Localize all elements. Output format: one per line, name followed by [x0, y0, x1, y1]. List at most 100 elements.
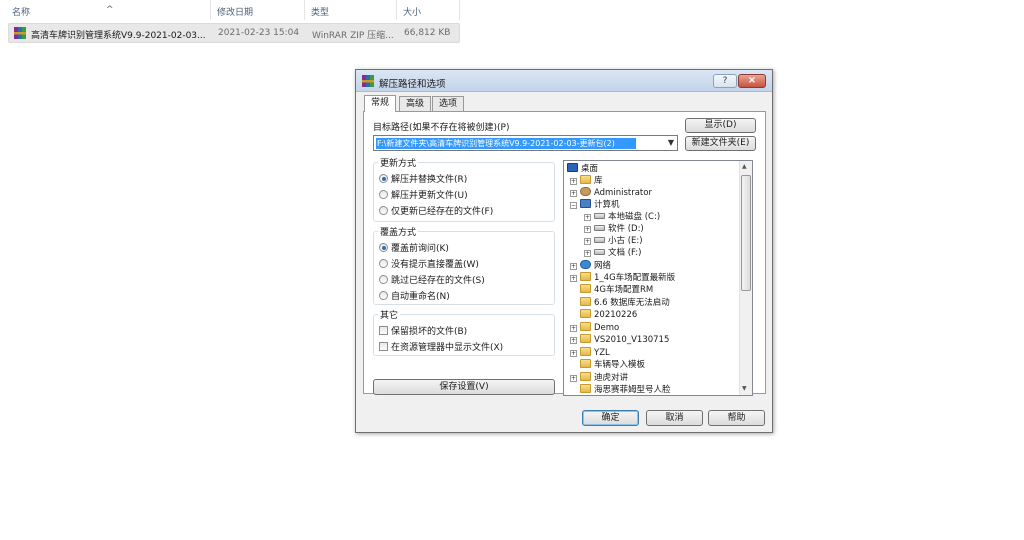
tree-item-folder[interactable]: 4G车场配置RM	[580, 284, 653, 296]
tree-item-folder[interactable]: 车辆导入模板	[580, 359, 645, 371]
tree-item-drive-e[interactable]: + 小古 (E:)	[584, 235, 643, 247]
expand-icon[interactable]: +	[570, 375, 577, 382]
tree-item-folder[interactable]: + 迪虎对讲	[570, 372, 628, 384]
expand-icon[interactable]: +	[570, 190, 577, 197]
expand-icon[interactable]: +	[570, 178, 577, 185]
column-divider[interactable]	[396, 0, 397, 20]
expand-icon[interactable]: +	[584, 250, 591, 257]
show-button[interactable]: 显示(D)	[685, 118, 756, 133]
dialog-titlebar[interactable]: 解压路径和选项 ? ×	[356, 70, 772, 92]
tree-label: 软件 (D:)	[608, 224, 644, 234]
expand-icon[interactable]: +	[584, 214, 591, 221]
tree-item-folder[interactable]: +1_4G车场配置最新版	[570, 272, 675, 284]
tree-item-library[interactable]: + 库	[570, 175, 603, 187]
tree-label: YZL	[594, 348, 610, 358]
tree-label: 20210226	[594, 310, 638, 320]
overwrite-option-silent[interactable]: 没有提示直接覆盖(W)	[379, 257, 479, 270]
expand-icon[interactable]: +	[584, 238, 591, 245]
checkbox-icon[interactable]	[379, 326, 388, 335]
file-list-header: 名称 ^ 修改日期 类型 大小	[0, 0, 460, 20]
tree-item-drive-f[interactable]: + 文档 (F:)	[584, 247, 641, 259]
tab-general[interactable]: 常规	[364, 95, 397, 112]
update-mode-title: 更新方式	[378, 156, 419, 169]
option-label: 仅更新已经存在的文件(F)	[391, 207, 494, 217]
radio-icon[interactable]	[379, 291, 388, 300]
tree-item-folder[interactable]: + YZL	[570, 347, 610, 359]
update-option-existing-only[interactable]: 仅更新已经存在的文件(F)	[379, 204, 494, 217]
radio-selected-icon[interactable]	[379, 243, 388, 252]
update-mode-group: 更新方式 解压并替换文件(R) 解压并更新文件(U) 仅更新已经存在的文件(F)	[373, 156, 555, 222]
radio-icon[interactable]	[379, 190, 388, 199]
column-modified[interactable]: 修改日期	[217, 5, 253, 18]
overwrite-option-rename[interactable]: 自动重命名(N)	[379, 289, 450, 302]
tree-item-folder[interactable]: 海思赛菲姆型号人脸	[580, 384, 671, 395]
tree-item-folder[interactable]: + Demo	[570, 322, 619, 334]
expand-icon[interactable]: +	[570, 263, 577, 270]
expand-icon[interactable]: +	[570, 337, 577, 344]
column-name[interactable]: 名称	[12, 5, 30, 18]
scroll-down-icon[interactable]: ▼	[742, 385, 747, 392]
tree-item-computer[interactable]: − 计算机	[570, 199, 620, 211]
folder-icon	[580, 347, 591, 356]
tree-item-network[interactable]: + 网络	[570, 260, 611, 272]
folder-icon	[580, 284, 591, 293]
file-type: WinRAR ZIP 压缩...	[312, 31, 394, 41]
expand-icon[interactable]: +	[570, 325, 577, 332]
collapse-icon[interactable]: −	[570, 202, 577, 209]
option-label: 自动重命名(N)	[391, 292, 450, 302]
scroll-thumb[interactable]	[741, 175, 751, 291]
new-folder-button[interactable]: 新建文件夹(E)	[685, 136, 756, 151]
update-option-update[interactable]: 解压并更新文件(U)	[379, 188, 468, 201]
tree-item-drive-c[interactable]: + 本地磁盘 (C:)	[584, 211, 660, 223]
target-path-combo[interactable]: F:\新建文件夹\高清车牌识别管理系统V9.9-2021-02-03-更新包(2…	[373, 135, 678, 151]
tree-label: Administrator	[594, 188, 652, 198]
tab-advanced[interactable]: 高级	[399, 96, 432, 111]
option-label: 跳过已经存在的文件(S)	[391, 276, 485, 286]
overwrite-option-ask[interactable]: 覆盖前询问(K)	[379, 241, 449, 254]
column-type[interactable]: 类型	[311, 5, 329, 18]
file-row[interactable]: 高清车牌识别管理系统V9.9-2021-02-03... 2021-02-23 …	[8, 23, 460, 43]
tree-item-desktop[interactable]: 桌面	[567, 163, 598, 175]
radio-icon[interactable]	[379, 206, 388, 215]
expand-icon[interactable]: +	[570, 350, 577, 357]
target-path-value[interactable]: F:\新建文件夹\高清车牌识别管理系统V9.9-2021-02-03-更新包(2…	[376, 138, 636, 149]
network-icon	[580, 260, 591, 269]
radio-icon[interactable]	[379, 275, 388, 284]
drive-icon	[594, 225, 605, 231]
expand-icon[interactable]: +	[570, 275, 577, 282]
column-divider[interactable]	[304, 0, 305, 20]
column-divider[interactable]	[459, 0, 460, 20]
ok-button[interactable]: 确定	[582, 410, 639, 426]
title-help-button[interactable]: ?	[713, 74, 737, 88]
scroll-up-icon[interactable]: ▲	[742, 163, 747, 170]
tree-label: 计算机	[594, 200, 620, 210]
folder-icon	[580, 372, 591, 381]
column-size[interactable]: 大小	[403, 5, 421, 18]
overwrite-option-skip[interactable]: 跳过已经存在的文件(S)	[379, 273, 485, 286]
close-button[interactable]: ×	[738, 74, 766, 88]
tree-item-drive-d[interactable]: + 软件 (D:)	[584, 223, 644, 235]
tab-options[interactable]: 选项	[432, 96, 465, 111]
drive-icon	[594, 213, 605, 219]
show-in-explorer-option[interactable]: 在资源管理器中显示文件(X)	[379, 340, 503, 353]
help-button[interactable]: 帮助	[708, 410, 765, 426]
keep-broken-files-option[interactable]: 保留损坏的文件(B)	[379, 324, 467, 337]
chevron-down-icon[interactable]: ▼	[668, 138, 674, 147]
cancel-button[interactable]: 取消	[646, 410, 703, 426]
column-divider[interactable]	[210, 0, 211, 20]
update-option-replace[interactable]: 解压并替换文件(R)	[379, 172, 467, 185]
folder-tree[interactable]: 桌面 + 库 + Administrator − 计算机 + 本地磁盘 (C:) + 软件…	[563, 160, 753, 396]
misc-title: 其它	[378, 308, 401, 321]
radio-selected-icon[interactable]	[379, 174, 388, 183]
option-label: 没有提示直接覆盖(W)	[391, 260, 479, 270]
tree-item-folder[interactable]: 6.6 数据库无法启动	[580, 297, 670, 309]
expand-icon[interactable]: +	[584, 226, 591, 233]
tree-scrollbar[interactable]: ▲ ▼	[739, 161, 752, 395]
tree-item-folder[interactable]: 20210226	[580, 309, 637, 321]
checkbox-icon[interactable]	[379, 342, 388, 351]
tree-item-administrator[interactable]: + Administrator	[570, 187, 652, 199]
save-settings-button[interactable]: 保存设置(V)	[373, 379, 555, 395]
tree-label: 6.6 数据库无法启动	[594, 298, 670, 308]
radio-icon[interactable]	[379, 259, 388, 268]
tree-item-folder[interactable]: + VS2010_V130715	[570, 334, 669, 346]
